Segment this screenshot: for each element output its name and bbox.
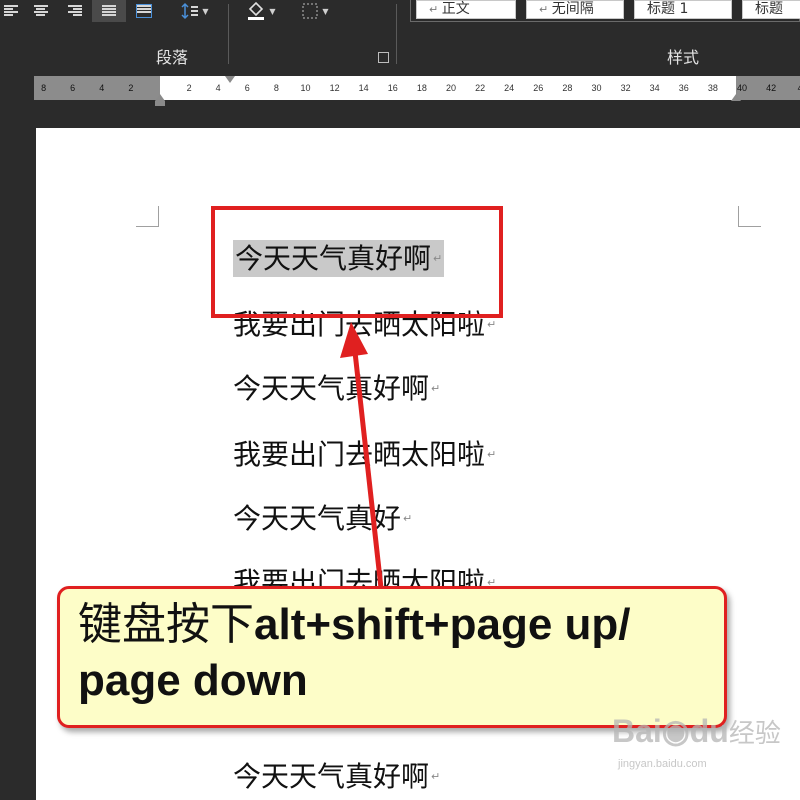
ruler-tick-label: 18 (416, 83, 427, 93)
chevron-down-icon: ▼ (202, 6, 209, 16)
document-line[interactable]: 今天天气真好啊 ↵ (233, 370, 440, 408)
chevron-down-icon: ▼ (322, 6, 329, 16)
shading-button[interactable]: ▼ (238, 0, 284, 22)
style-label: 标题 1 (647, 1, 689, 17)
paragraph-dialog-launcher-icon[interactable] (378, 52, 389, 63)
line-text: 我要出门去晒太阳啦 (233, 438, 486, 471)
first-line-indent-marker[interactable] (225, 76, 235, 83)
ruler-tick-label: 26 (533, 83, 544, 93)
line-spacing-button[interactable]: ▼ (172, 0, 218, 22)
ruler-tick-label: 2 (128, 83, 134, 93)
style-title[interactable]: 标题 (742, 0, 800, 19)
crop-mark-top-right (738, 206, 761, 227)
ruler-tick-label: 30 (591, 83, 602, 93)
horizontal-ruler[interactable]: 8 6 4 2 2 4 6 8 10 12 14 16 18 20 22 24 26 28 30 32 34 36 38 40… (0, 72, 800, 112)
align-center-button[interactable] (28, 0, 54, 22)
left-indent-marker[interactable] (155, 94, 165, 101)
watermark-brand: Bai (612, 713, 662, 749)
distributed-icon (136, 4, 152, 18)
style-label: 正文 (441, 1, 470, 17)
justify-button[interactable] (92, 0, 126, 22)
align-right-button[interactable] (62, 0, 88, 22)
ruler-tick-label: 4 (99, 83, 105, 93)
ruler-tick-label: 20 (445, 83, 457, 93)
align-right-icon (68, 5, 82, 17)
distributed-button[interactable] (130, 0, 158, 22)
instruction-callout: 键盘按下alt+shift+page up/ page down (57, 586, 727, 728)
document-line[interactable]: 我要出门去晒太阳啦 ↵ (233, 436, 496, 474)
paragraph-group-label: 段落 (156, 48, 189, 67)
document-line[interactable]: 今天天气真好 ↵ (233, 500, 412, 538)
ruler-tick-label: 6 (244, 83, 250, 93)
watermark-brand-cn: 经验 (728, 718, 781, 748)
line-text: 今天天气真好啊 (233, 372, 430, 405)
ruler-tick-label: 38 (707, 83, 718, 93)
ruler-tick-label: 6 (70, 83, 76, 93)
paragraph-mark: ↵ (403, 512, 413, 525)
ruler-tick-label: 12 (329, 83, 340, 93)
ruler-tick-label: 24 (504, 83, 515, 93)
style-normal[interactable]: ↵ 正文 (416, 0, 516, 19)
ruler-tick-label: 8 (273, 83, 279, 93)
watermark-url: jingyan.baidu.com (618, 758, 707, 770)
callout-text-cn: 键盘按下 (78, 599, 254, 650)
left-indent-box[interactable] (155, 101, 165, 106)
ruler-tick-label: 16 (387, 83, 398, 93)
align-left-icon (4, 5, 18, 17)
paragraph-mark: ↵ (487, 448, 497, 461)
line-text: 今天天气真好 (233, 502, 402, 535)
styles-group-label: 样式 (667, 48, 700, 67)
paragraph-mark: ↵ (431, 382, 441, 395)
ruler-tick-label: 14 (358, 83, 369, 93)
line-spacing-icon (181, 2, 199, 20)
paragraph-mark: ↵ (431, 770, 441, 783)
highlight-annotation-box (211, 206, 503, 318)
justify-icon (102, 5, 116, 17)
callout-line-2: page down (78, 656, 308, 705)
left-gutter (0, 112, 36, 800)
ruler-tick-label: 10 (300, 83, 311, 93)
ruler-tick-label: 36 (678, 83, 689, 93)
divider (396, 4, 397, 64)
ruler-tick-label: 28 (562, 83, 573, 93)
callout-line-1: 键盘按下alt+shift+page up/ (78, 597, 706, 653)
ruler-tick-label: 40 (736, 83, 748, 93)
baidu-watermark: Bai◉du经验 jingyan.baidu.com (612, 713, 781, 770)
ruler-tick-label: 34 (649, 83, 660, 93)
crop-mark-top-left (136, 206, 159, 227)
ruler-tick-label: 42 (766, 83, 777, 93)
align-center-icon (34, 5, 48, 17)
right-indent-marker[interactable] (731, 94, 741, 101)
ruler-tick-label: 8 (41, 83, 47, 93)
ruler-tick-label: 4 (215, 83, 221, 93)
ruler-tick-label: 22 (475, 83, 486, 93)
paw-icon: ◉ (661, 713, 690, 749)
borders-button[interactable]: ▼ (292, 0, 338, 22)
line-text: 今天天气真好啊 (233, 760, 430, 793)
style-heading-1[interactable]: 标题 1 (634, 0, 732, 19)
chevron-down-icon: ▼ (269, 6, 276, 16)
borders-icon (302, 3, 318, 19)
callout-text-en: alt+shift+page up/ (254, 600, 631, 649)
paint-bucket-icon (248, 1, 265, 20)
ribbon: ▼ ▼ ▼ 段落 ↵ 正文 ↵ 无间隔 标题 1 标题 样式 (0, 0, 800, 72)
ruler-tick-label: 2 (186, 83, 192, 93)
ruler-bar: 8 6 4 2 2 4 6 8 10 12 14 16 18 20 22 24 26 28 30 32 34 36 38 40… (34, 76, 800, 100)
style-label: 无间隔 (551, 1, 594, 17)
ruler-tick-label: 32 (620, 83, 631, 93)
document-line[interactable]: 今天天气真好啊 ↵ (233, 758, 440, 796)
style-no-spacing[interactable]: ↵ 无间隔 (526, 0, 624, 19)
divider (228, 4, 229, 64)
paragraph-mark: ↵ (487, 318, 497, 331)
style-label: 标题 (755, 1, 783, 17)
align-left-button[interactable] (0, 0, 22, 22)
